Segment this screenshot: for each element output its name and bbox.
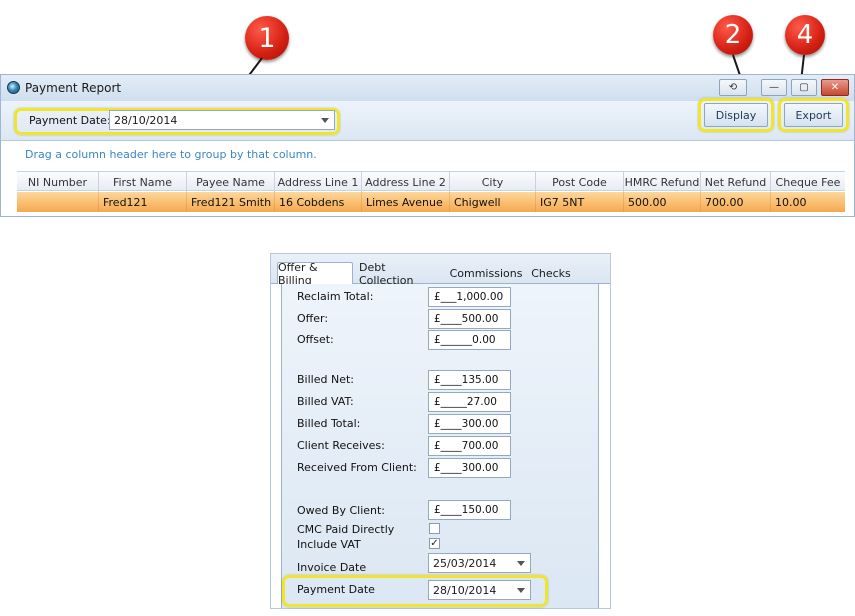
payment-report-window: Payment Report ⟲ — ▢ ✕ Payment Date: 28/…	[0, 74, 855, 217]
offer-billing-body: Reclaim Total: £___1,000.00 Offer: £____…	[281, 284, 599, 608]
column-header[interactable]: Payee Name	[187, 172, 275, 192]
column-header[interactable]: HMRC Refund	[624, 172, 701, 192]
owed-by-client-label: Owed By Client:	[297, 504, 386, 517]
invoice-date-label: Invoice Date	[297, 561, 367, 574]
chevron-down-icon	[517, 588, 525, 593]
include-vat-label: Include VAT	[297, 538, 361, 551]
invoice-date-value: 25/03/2014	[433, 556, 497, 570]
billed-vat-field[interactable]: £_____27.00	[428, 392, 511, 412]
reclaim-total-label: Reclaim Total:	[297, 290, 374, 303]
maximize-icon[interactable]: ▢	[791, 79, 817, 96]
tab-offer-billing[interactable]: Offer & Billing	[277, 261, 353, 287]
offer-field[interactable]: £____500.00	[428, 309, 511, 329]
billed-net-label: Billed Net:	[297, 373, 354, 386]
column-header[interactable]: City	[450, 172, 536, 192]
invoice-date-combo[interactable]: 25/03/2014	[428, 553, 531, 573]
payment-date-panel-value: 28/10/2014	[433, 583, 497, 597]
offset-label: Offset:	[297, 333, 334, 346]
reclaim-total-field[interactable]: £___1,000.00	[428, 287, 511, 307]
cell-city: Chigwell	[450, 192, 536, 212]
checkmark-icon: ✓	[430, 538, 439, 549]
window-title: Payment Report	[25, 81, 122, 95]
payment-date-combo[interactable]: 28/10/2014	[109, 110, 335, 130]
cell-hmrc-refund: 500.00	[624, 192, 701, 212]
toolbar: Payment Date: 28/10/2014 Display Export	[1, 98, 854, 141]
cell-payee-name: Fred121 Smith	[187, 192, 275, 212]
cell-cheque-fee: 10.00	[775, 195, 807, 209]
column-header[interactable]: NI Number	[17, 172, 99, 192]
chevron-down-icon	[321, 118, 329, 123]
column-header[interactable]: First Name	[99, 172, 187, 192]
offer-label: Offer:	[297, 312, 329, 325]
tab-commissions[interactable]: Commissions	[450, 263, 523, 284]
include-vat-checkbox[interactable]: ✓	[429, 538, 440, 549]
display-button[interactable]: Display	[704, 103, 768, 127]
grid-header: NI Number First Name Payee Name Address …	[17, 171, 845, 192]
billed-net-field[interactable]: £____135.00	[428, 370, 511, 390]
cmc-paid-directly-checkbox[interactable]	[429, 523, 440, 534]
minimize-icon[interactable]: —	[761, 79, 787, 96]
cell-post-code: IG7 5NT	[536, 192, 624, 212]
owed-by-client-field[interactable]: £____150.00	[428, 500, 511, 520]
cell-address-line-2: Limes Avenue	[362, 192, 450, 212]
column-header[interactable]: Post Code	[536, 172, 624, 192]
app-icon	[7, 81, 20, 94]
chevron-down-icon	[517, 561, 525, 566]
payment-date-panel-label: Payment Date	[297, 583, 375, 596]
group-panel[interactable]: Drag a column header here to group by th…	[1, 142, 854, 170]
cmc-paid-directly-label: CMC Paid Directly	[297, 523, 395, 536]
received-from-client-label: Received From Client:	[297, 461, 417, 474]
cell-address-line-1: 16 Cobdens	[275, 192, 362, 212]
client-receives-label: Client Receives:	[297, 439, 385, 452]
cell-net-refund: 700.00	[701, 192, 771, 212]
client-receives-field[interactable]: £____700.00	[428, 436, 511, 456]
offer-billing-panel: Offer & Billing Debt Collection Commissi…	[270, 253, 611, 609]
export-button[interactable]: Export	[784, 103, 843, 127]
group-hint: Drag a column header here to group by th…	[25, 148, 317, 161]
column-header[interactable]: Cheque Fee	[771, 172, 845, 192]
payment-date-label: Payment Date:	[29, 114, 111, 127]
column-header[interactable]: Address Line 2	[362, 172, 450, 192]
close-icon[interactable]: ✕	[821, 79, 849, 96]
table-row[interactable]: Fred121 Fred121 Smith 16 Cobdens Limes A…	[17, 192, 845, 212]
refresh-icon[interactable]: ⟲	[719, 79, 747, 96]
column-header[interactable]: Net Refund	[701, 172, 771, 192]
cell-first-name: Fred121	[99, 192, 187, 212]
payment-date-panel-combo[interactable]: 28/10/2014	[428, 580, 531, 600]
payment-date-value: 28/10/2014	[114, 113, 178, 127]
tab-checks[interactable]: Checks	[529, 263, 573, 284]
billed-vat-label: Billed VAT:	[297, 395, 354, 408]
received-from-client-field[interactable]: £____300.00	[428, 458, 511, 478]
billed-total-label: Billed Total:	[297, 417, 361, 430]
tab-debt-collection[interactable]: Debt Collection	[359, 261, 443, 287]
tab-strip: Offer & Billing Debt Collection Commissi…	[271, 254, 610, 287]
offset-field[interactable]: £______0.00	[428, 330, 511, 350]
column-header[interactable]: Address Line 1	[275, 172, 362, 192]
billed-total-field[interactable]: £____300.00	[428, 414, 511, 434]
cell-ni-number	[17, 192, 99, 212]
